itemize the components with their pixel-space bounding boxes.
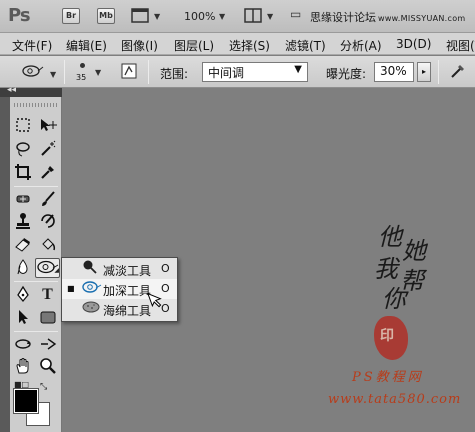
menu-analysis[interactable]: 分析(A)	[340, 37, 382, 54]
zoom-tool-icon[interactable]	[37, 357, 58, 377]
panel-collapse-bar[interactable]: ◂◂	[0, 85, 62, 97]
panel-side-strip	[0, 97, 10, 432]
calligraphy-char-5: 你	[382, 285, 406, 313]
rectangle-tool-icon[interactable]	[37, 308, 58, 328]
tool-preset-dropdown-icon[interactable]: ▼	[50, 70, 56, 79]
burn-icon	[82, 279, 102, 301]
arrange-documents-icon[interactable]	[244, 7, 264, 25]
brand-watermark: PS教程网	[352, 370, 424, 385]
brush-tool-icon[interactable]	[37, 190, 58, 210]
foreground-color-swatch[interactable]	[13, 388, 39, 414]
site-url-watermark: www.tata580.com	[328, 392, 462, 407]
menu-filter[interactable]: 滤镜(T)	[285, 37, 326, 54]
exposure-slider-button[interactable]: ▸	[417, 62, 431, 82]
watermark: 思缘设计论坛 www.MISSYUAN.com	[310, 11, 466, 24]
range-select[interactable]: 中间调 ▼	[202, 62, 308, 82]
calligraphy-char-1: 他	[378, 223, 402, 251]
range-dropdown-icon: ▼	[294, 64, 302, 75]
menu-image[interactable]: 图像(I)	[121, 37, 158, 54]
menu-bar: 文件(F) 编辑(E) 图像(I) 图层(L) 选择(S) 滤镜(T) 分析(A…	[0, 33, 475, 55]
screen-mode-icon[interactable]: ▭	[290, 7, 301, 25]
tool-group-indicator-icon: ◢	[54, 267, 59, 274]
exposure-label: 曝光度:	[326, 67, 367, 81]
red-seal-stamp: 印	[374, 316, 408, 360]
type-tool-icon[interactable]: T	[37, 285, 58, 305]
paint-bucket-tool-icon[interactable]	[37, 235, 58, 255]
path-selection-tool-icon[interactable]	[12, 308, 33, 328]
menu-edit[interactable]: 编辑(E)	[66, 37, 107, 54]
magic-wand-tool-icon[interactable]	[37, 140, 58, 160]
healing-brush-tool-icon[interactable]	[12, 190, 33, 210]
default-colors-icon[interactable]: ■□	[14, 380, 29, 389]
blur-tool-icon[interactable]	[12, 258, 33, 278]
flyout-item-dodge[interactable]: 减淡工具 O	[62, 259, 177, 279]
menu-file[interactable]: 文件(F)	[12, 37, 52, 54]
brush-size: 35	[76, 73, 87, 82]
dodge-icon	[82, 259, 98, 281]
move-tool-icon[interactable]	[37, 117, 58, 137]
3d-rotate-tool-icon[interactable]	[12, 335, 33, 355]
zoom-level[interactable]: 100%	[184, 10, 215, 23]
panel-grip[interactable]	[14, 103, 58, 107]
hand-tool-icon[interactable]	[12, 357, 33, 377]
eyedropper-tool-icon[interactable]	[37, 163, 58, 183]
view-extras-dropdown-icon[interactable]: ▼	[154, 12, 160, 21]
application-bar: Ps Br Mb ▼ 100% ▼ ▼ ▭ 思缘设计论坛 www.MISSYUAN…	[0, 0, 475, 33]
3d-camera-tool-icon[interactable]	[37, 335, 58, 355]
zoom-dropdown-icon[interactable]: ▼	[219, 12, 225, 21]
brush-tip-icon	[80, 63, 85, 68]
bridge-button[interactable]: Br	[62, 8, 80, 24]
selected-bullet-icon: ■	[67, 284, 75, 293]
calligraphy-char-3: 我	[374, 255, 398, 283]
options-bar: ▼ 35 ▼ 范围: 中间调 ▼ 曝光度: 30% ▸	[0, 56, 475, 88]
mini-bridge-button[interactable]: Mb	[97, 8, 115, 24]
crop-tool-icon[interactable]	[12, 163, 33, 183]
menu-view[interactable]: 视图(V)	[446, 37, 475, 54]
swap-colors-icon[interactable]: ⤡	[40, 382, 47, 392]
pen-tool-icon[interactable]	[12, 285, 33, 305]
tool-preset-picker[interactable]	[20, 62, 46, 82]
exposure-input[interactable]: 30%	[374, 62, 414, 82]
arrange-dropdown-icon[interactable]: ▼	[267, 12, 273, 21]
sponge-icon	[82, 299, 100, 321]
menu-3d[interactable]: 3D(D)	[396, 37, 431, 51]
view-extras-icon[interactable]	[131, 7, 151, 25]
brush-picker-dropdown-icon[interactable]: ▼	[95, 68, 101, 77]
photoshop-logo: Ps	[8, 5, 31, 26]
brush-panel-toggle-icon[interactable]	[118, 62, 139, 82]
menu-layer[interactable]: 图层(L)	[174, 37, 214, 54]
clone-stamp-tool-icon[interactable]	[12, 212, 33, 232]
lasso-tool-icon[interactable]	[12, 140, 33, 160]
calligraphy-char-2: 她	[402, 237, 426, 265]
marquee-tool-icon[interactable]	[12, 117, 33, 137]
menu-select[interactable]: 选择(S)	[229, 37, 270, 54]
burn-tool-icon[interactable]: ◢	[35, 258, 60, 278]
range-label: 范围:	[160, 67, 189, 81]
history-brush-tool-icon[interactable]	[37, 212, 58, 232]
airbrush-icon[interactable]	[447, 62, 468, 82]
eraser-tool-icon[interactable]	[12, 235, 33, 255]
